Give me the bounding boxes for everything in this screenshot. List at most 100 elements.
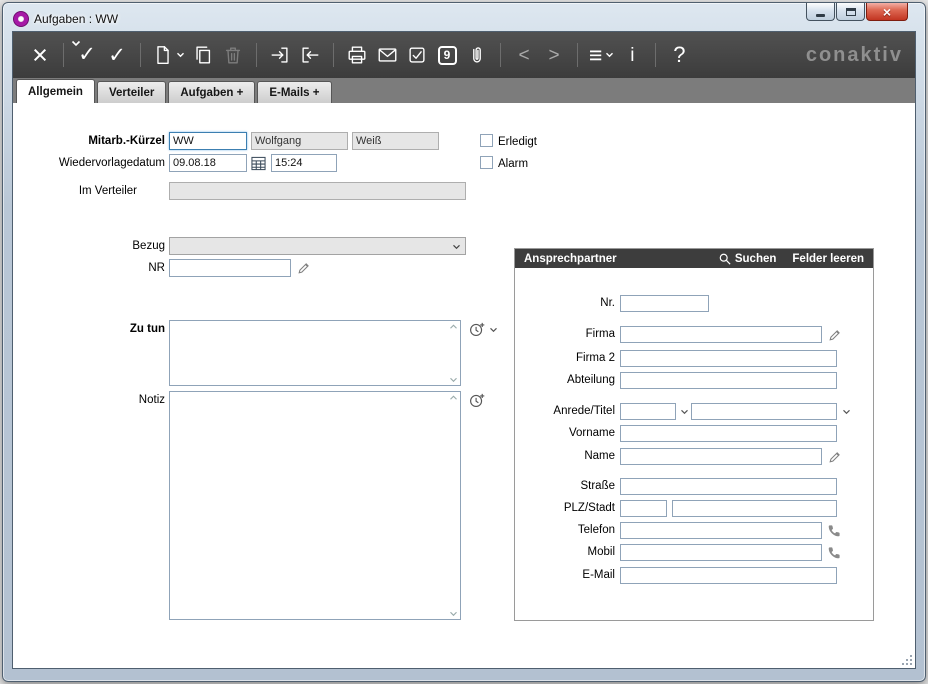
- im-verteiler-field: [169, 182, 466, 200]
- felder-leeren-button[interactable]: Felder leeren: [792, 253, 864, 265]
- checkbox-check-icon: [406, 44, 428, 66]
- chevron-down-icon: [452, 244, 461, 250]
- toolbar-separator: [140, 43, 141, 67]
- minimize-icon: [816, 14, 825, 17]
- copy-icon: [192, 44, 214, 66]
- ap-firma2-input[interactable]: [620, 350, 837, 367]
- help-button[interactable]: ?: [667, 38, 691, 72]
- erledigt-label: Erledigt: [498, 135, 537, 149]
- next-record-button[interactable]: >: [542, 38, 566, 72]
- ap-anrede-input[interactable]: [620, 403, 676, 420]
- ap-name-edit-button[interactable]: [827, 449, 843, 465]
- chevron-down-icon: [489, 327, 498, 333]
- check-dropdown-icon: ✓: [78, 44, 96, 66]
- suchen-button[interactable]: Suchen: [719, 253, 777, 265]
- datum-input[interactable]: [169, 154, 247, 172]
- scroll-up-icon[interactable]: [449, 395, 458, 401]
- ap-name-input[interactable]: [620, 448, 822, 465]
- export-button[interactable]: [298, 38, 322, 72]
- info-button[interactable]: i: [620, 38, 644, 72]
- app-window: Aufgaben : WW × × ✓ ✓: [2, 2, 926, 682]
- ap-titel-dropdown-button[interactable]: [840, 407, 852, 417]
- zu-tun-options-button[interactable]: [487, 325, 499, 335]
- ap-email-input[interactable]: [620, 567, 837, 584]
- minimize-button[interactable]: [806, 3, 835, 21]
- ap-mobil-dial-button[interactable]: [826, 545, 842, 561]
- clock-plus-icon: [469, 321, 486, 338]
- notiz-label: Notiz: [13, 391, 165, 409]
- pencil-icon: [828, 450, 842, 464]
- scroll-up-icon[interactable]: [449, 324, 458, 330]
- erledigt-checkbox[interactable]: [480, 134, 493, 147]
- uhrzeit-input[interactable]: [271, 154, 337, 172]
- scroll-down-icon[interactable]: [449, 377, 458, 383]
- scroll-down-icon[interactable]: [449, 611, 458, 617]
- ap-mobil-input[interactable]: [620, 544, 822, 561]
- ap-telefon-input[interactable]: [620, 522, 822, 539]
- cancel-button[interactable]: ×: [28, 38, 52, 72]
- resize-grip[interactable]: [901, 654, 913, 666]
- chevron-down-icon: [842, 409, 851, 415]
- alarm-label: Alarm: [498, 157, 528, 171]
- save-button[interactable]: ✓: [105, 38, 129, 72]
- toolbar-separator: [500, 43, 501, 67]
- ap-vorname-input[interactable]: [620, 425, 837, 442]
- envelope-icon: [376, 44, 399, 66]
- zu-tun-textarea[interactable]: [169, 320, 461, 386]
- ap-anrede-titel-label: Anrede/Titel: [515, 403, 615, 420]
- nr-edit-button[interactable]: [296, 260, 312, 276]
- search-icon: [719, 253, 731, 265]
- ap-anrede-dropdown-button[interactable]: [678, 407, 690, 417]
- tab-aufgaben[interactable]: Aufgaben +: [168, 81, 255, 103]
- trash-icon: [222, 44, 244, 66]
- client-area: × ✓ ✓: [12, 31, 916, 669]
- conaktiv-logo: conaktiv: [806, 44, 903, 67]
- bezug-label: Bezug: [13, 237, 165, 255]
- titlebar[interactable]: Aufgaben : WW ×: [12, 3, 916, 31]
- ap-abteilung-input[interactable]: [620, 372, 837, 389]
- paperclip-icon: [466, 44, 488, 66]
- nine-box-icon: 9: [438, 46, 457, 65]
- notiz-textarea[interactable]: [169, 391, 461, 620]
- save-options-button[interactable]: ✓: [75, 38, 99, 72]
- duplicate-button[interactable]: [191, 38, 215, 72]
- ap-stadt-input[interactable]: [672, 500, 837, 517]
- ap-titel-input[interactable]: [691, 403, 837, 420]
- ap-firma-input[interactable]: [620, 326, 822, 343]
- menu-button[interactable]: ≡: [589, 38, 614, 72]
- ap-strasse-input[interactable]: [620, 478, 837, 495]
- phone-icon: [827, 546, 841, 560]
- delete-button[interactable]: [221, 38, 245, 72]
- tab-allgemein[interactable]: Allgemein: [16, 79, 95, 103]
- email-button[interactable]: [375, 38, 399, 72]
- attachment-button[interactable]: [465, 38, 489, 72]
- ap-firma-edit-button[interactable]: [827, 327, 843, 343]
- notiz-timestamp-button[interactable]: [468, 391, 486, 409]
- form-area: Mitarb.-Kürzel Erledigt Wiedervorlagedat…: [13, 103, 915, 668]
- tasks-button[interactable]: [405, 38, 429, 72]
- ap-plz-input[interactable]: [620, 500, 667, 517]
- maximize-button[interactable]: [836, 3, 865, 21]
- nr-input[interactable]: [169, 259, 291, 277]
- alarm-checkbox[interactable]: [480, 156, 493, 169]
- previous-record-button[interactable]: <: [512, 38, 536, 72]
- new-record-button[interactable]: [152, 38, 185, 72]
- print-button[interactable]: [345, 38, 369, 72]
- calendar-button[interactable]: 9: [435, 38, 459, 72]
- close-window-button[interactable]: ×: [866, 3, 908, 21]
- import-icon: [269, 44, 291, 66]
- bezug-dropdown[interactable]: [169, 237, 466, 255]
- mitarb-kuerzel-input[interactable]: [169, 132, 247, 150]
- pencil-icon: [297, 261, 311, 275]
- calendar-picker-button[interactable]: [250, 155, 267, 172]
- phone-icon: [827, 524, 841, 538]
- pencil-icon: [828, 328, 842, 342]
- tab-verteiler[interactable]: Verteiler: [97, 81, 166, 103]
- tab-emails[interactable]: E-Mails +: [257, 81, 331, 103]
- ap-mobil-label: Mobil: [515, 544, 615, 561]
- zu-tun-timestamp-button[interactable]: [468, 320, 486, 338]
- chevron-down-icon: [176, 52, 185, 58]
- ap-nr-input[interactable]: [620, 295, 709, 312]
- ap-telefon-dial-button[interactable]: [826, 523, 842, 539]
- import-button[interactable]: [268, 38, 292, 72]
